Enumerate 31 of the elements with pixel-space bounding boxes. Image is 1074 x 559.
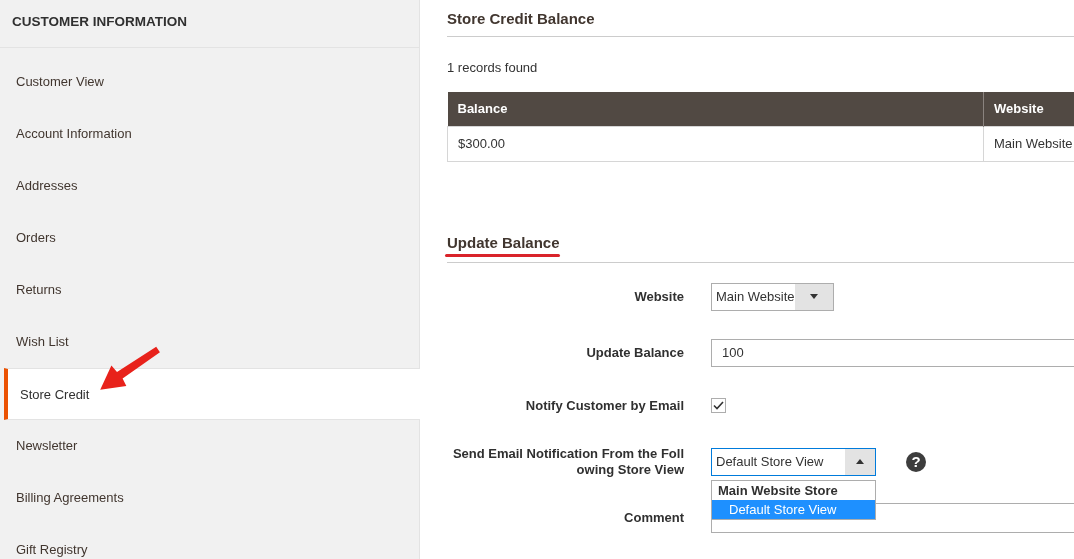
records-count: 1 records found xyxy=(447,60,539,77)
field-label: Website xyxy=(633,288,684,305)
field-label: Comment xyxy=(623,509,684,526)
sidebar-item[interactable]: Customer View xyxy=(0,56,419,108)
help-icon[interactable]: ? xyxy=(906,451,926,472)
column-header: Balance xyxy=(447,92,984,126)
field-label: Send Email Notification From the Following Store View xyxy=(451,445,684,478)
sidebar-item[interactable]: Billing Agreements xyxy=(0,472,419,524)
sidebar-item[interactable]: Orders xyxy=(0,212,419,264)
sidebar-title: CUSTOMER INFORMATION xyxy=(0,0,419,48)
option-group: Main Website Store xyxy=(712,480,875,500)
section-title: Update Balance xyxy=(447,233,560,252)
select-field[interactable]: Main Website xyxy=(711,282,834,311)
caret-icon xyxy=(856,459,864,464)
table-cell: $300.00 xyxy=(447,126,984,161)
checkbox[interactable] xyxy=(711,398,726,413)
sidebar-item[interactable]: Store Credit xyxy=(4,368,420,420)
select-field[interactable]: Default Store View xyxy=(711,447,876,476)
table-cell: Main Website xyxy=(983,126,1074,161)
sidebar-item[interactable]: Returns xyxy=(0,264,419,316)
field-label: Notify Customer by Email xyxy=(524,397,684,414)
sidebar-item[interactable]: Wish List xyxy=(0,316,419,368)
sidebar-item[interactable]: Addresses xyxy=(0,160,419,212)
column-header: Website xyxy=(983,92,1074,126)
section-title: Store Credit Balance xyxy=(447,0,1074,37)
sidebar-item[interactable]: Account Information xyxy=(0,108,419,160)
input-field[interactable]: 100 xyxy=(711,338,1074,367)
sidebar-item[interactable]: Newsletter xyxy=(0,420,419,472)
sidebar-item[interactable]: Gift Registry xyxy=(0,524,419,559)
field-label: Update Balance xyxy=(585,344,684,361)
caret-icon xyxy=(809,294,818,299)
